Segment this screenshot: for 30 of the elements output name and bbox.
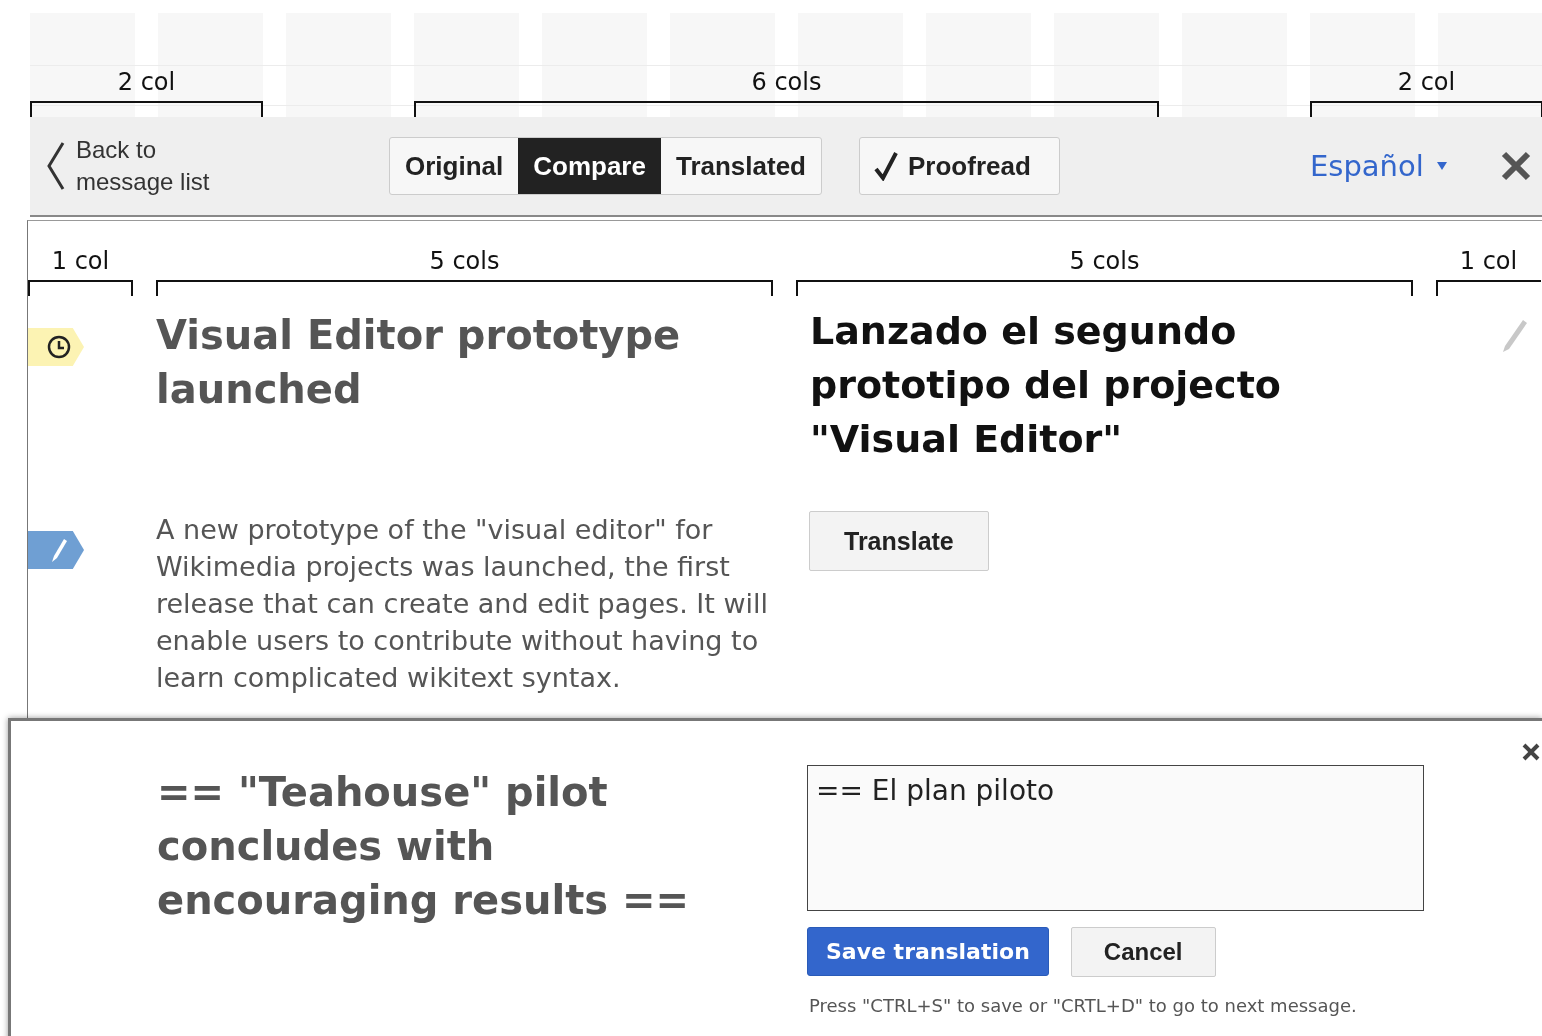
keyboard-hint: Press "CTRL+S" to save or "CRTL+D" to go to next message. bbox=[809, 995, 1358, 1016]
save-translation-button[interactable]: Save translation bbox=[807, 927, 1049, 976]
message-title: Visual Editor prototype launched bbox=[156, 311, 682, 414]
column-span-label: 1 col bbox=[1459, 246, 1518, 276]
chevron-left-icon bbox=[46, 141, 66, 191]
column-span-label: 6 cols bbox=[751, 67, 822, 97]
column-span-label: 5 cols bbox=[1069, 246, 1140, 276]
translated-title: Lanzado el segundo prototipo del projecto "Visual Editor" bbox=[810, 308, 1282, 463]
view-tab[interactable]: Compare bbox=[518, 138, 661, 194]
pencil-icon bbox=[1501, 318, 1529, 354]
caret-icon bbox=[1435, 161, 1448, 171]
view-tab[interactable]: Translated bbox=[660, 138, 821, 194]
back-link[interactable]: Back to message list bbox=[46, 134, 263, 198]
close-button[interactable] bbox=[1522, 743, 1540, 761]
view-tab[interactable]: Original bbox=[390, 138, 519, 194]
column-span-label: 2 col bbox=[1397, 67, 1456, 97]
column-span-label: 1 col bbox=[51, 246, 110, 276]
translate-button[interactable]: Translate bbox=[809, 511, 989, 571]
proofread-button[interactable]: Proofread bbox=[859, 137, 1060, 195]
column-span-label: 5 cols bbox=[429, 246, 500, 276]
check-icon bbox=[874, 151, 898, 181]
message-title: == "Teahouse" pilot concludes with encouraging results == bbox=[157, 768, 691, 925]
close-icon bbox=[1522, 743, 1540, 761]
language-dropdown[interactable]: Español bbox=[1310, 148, 1448, 184]
column-span-label: 2 col bbox=[117, 67, 176, 97]
close-button[interactable] bbox=[1501, 151, 1531, 181]
translation-input[interactable]: == El plan piloto bbox=[807, 765, 1424, 911]
close-icon bbox=[1501, 151, 1531, 181]
message-text: A new prototype of the "visual editor" for Wikimedia projects was launched, the first release that can create and edit pages. It will enable users to contribute without having to learn complicated wikitext syntax. bbox=[156, 513, 769, 695]
cancel-button[interactable]: Cancel bbox=[1070, 927, 1216, 977]
